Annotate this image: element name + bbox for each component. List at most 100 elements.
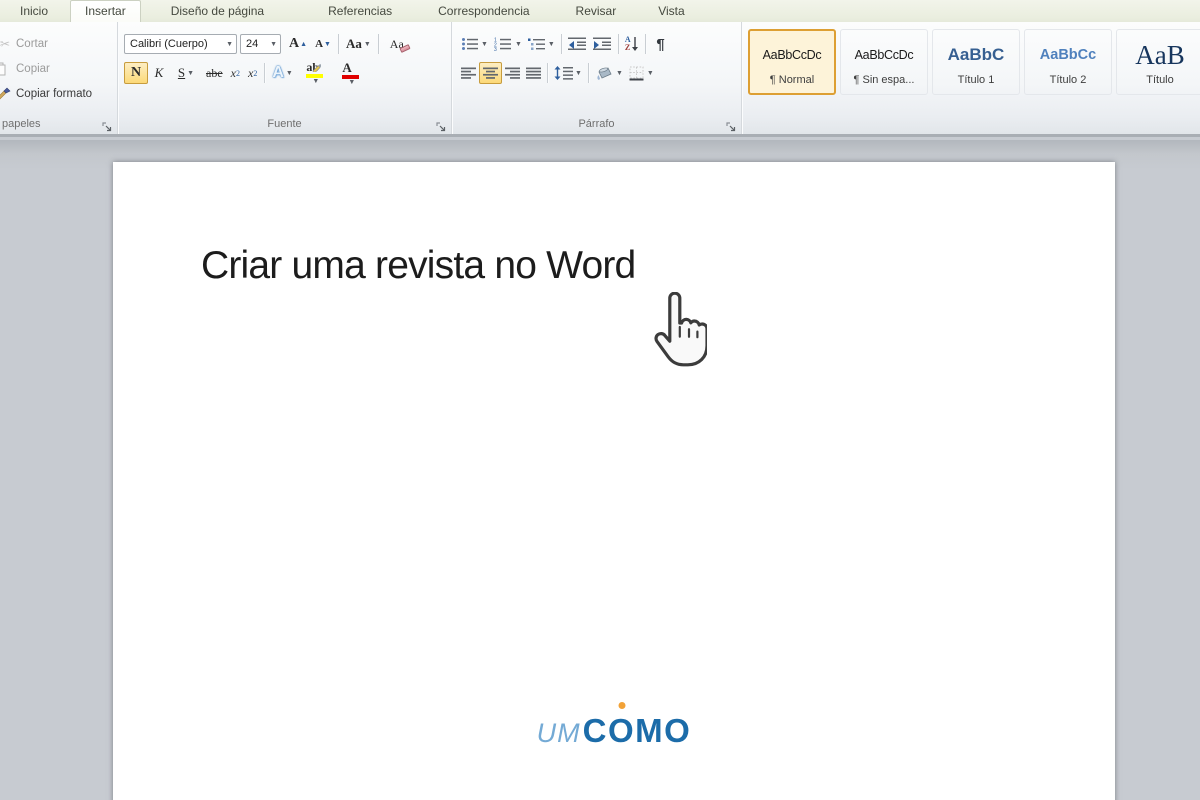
increase-indent-button[interactable] [590,33,615,55]
scissors-icon: ✂ [0,36,13,52]
chevron-down-icon: ▼ [647,70,654,77]
format-painter-brush-icon [0,86,13,102]
strikethrough-button[interactable]: abe [202,62,227,84]
justify-button[interactable] [523,62,544,84]
decrease-indent-icon [568,37,587,51]
chevron-down-icon: ▼ [515,41,522,48]
format-painter-button[interactable]: Copiar formato [0,83,117,105]
chevron-down-icon: ▼ [348,79,355,86]
chevron-down-icon: ▼ [286,70,293,77]
font-group-label: Fuente [118,118,451,130]
hand-cursor-icon [643,292,707,370]
font-color-button[interactable]: A ▼ [333,62,369,84]
chevron-down-icon: ▼ [616,70,623,77]
tab-diseno-de-pagina[interactable]: Diseño de página [157,0,278,22]
underline-button[interactable]: S▼ [170,62,202,84]
numbering-button[interactable]: 1 2 3 ▼ [491,33,525,55]
shrink-font-button[interactable]: A▼ [311,33,335,55]
font-family-combobox[interactable]: Calibri (Cuerpo)▼ [124,34,237,54]
increase-indent-icon [593,37,612,51]
chevron-down-icon: ▼ [270,41,277,48]
borders-button[interactable]: ▼ [626,62,657,84]
paragraph-group-label: Párrafo [452,118,741,130]
multilevel-list-icon [528,37,546,51]
align-left-button[interactable] [458,62,479,84]
umcomo-logo: UMCOMO [113,712,1115,750]
triangle-down-icon: ▼ [324,40,331,48]
chevron-down-icon: ▼ [226,41,233,48]
logo-orange-dot-icon: O [608,712,635,750]
chevron-down-icon: ▼ [548,41,555,48]
clipboard-group-footer: papeles [0,116,117,132]
document-page[interactable]: Criar uma revista no Word UMCOMO [113,162,1115,800]
align-right-icon [505,67,520,80]
superscript-button[interactable]: x2 [244,62,261,84]
subscript-button[interactable]: x2 [227,62,244,84]
styles-gallery: AaBbCcDc ¶ Normal AaBbCcDc ¶ Sin espa...… [742,22,1200,95]
style-chip-sin-espaciado[interactable]: AaBbCcDc ¶ Sin espa... [840,29,928,95]
align-left-icon [461,67,476,80]
chevron-down-icon: ▼ [575,70,582,77]
style-chip-titulo[interactable]: AaB Título [1116,29,1200,95]
tab-insertar[interactable]: Insertar [70,0,141,22]
font-group-footer: Fuente [118,116,451,132]
ribbon-tab-bar: Inicio Insertar Diseño de página Referen… [0,0,1200,22]
svg-text:3: 3 [494,47,497,51]
ribbon-inicio: ✂ Cortar Copiar Copiar formato papeles [0,22,1200,137]
chevron-down-icon: ▼ [481,41,488,48]
cut-button[interactable]: ✂ Cortar [0,33,117,55]
chevron-down-icon: ▼ [312,78,319,85]
decrease-indent-button[interactable] [565,33,590,55]
line-spacing-button[interactable]: ▼ [551,62,585,84]
line-spacing-icon [554,66,573,80]
multilevel-list-button[interactable]: ▼ [525,33,558,55]
tab-vista[interactable]: Vista [644,0,698,22]
text-effects-button[interactable]: A▼ [268,62,297,84]
paragraph-group-footer: Párrafo [452,116,741,132]
tab-correspondencia[interactable]: Correspondencia [424,0,543,22]
tab-referencias[interactable]: Referencias [314,0,406,22]
styles-group: AaBbCcDc ¶ Normal AaBbCcDc ¶ Sin espa...… [742,22,1200,134]
align-center-icon [483,67,498,80]
text-highlight-color-button[interactable]: ab ▼ [297,62,333,84]
copy-button[interactable]: Copiar [0,58,117,80]
sort-button[interactable]: AZ [622,33,642,55]
align-right-button[interactable] [502,62,523,84]
bold-button[interactable]: N [124,62,148,84]
bullets-button[interactable]: ▼ [458,33,491,55]
triangle-up-icon: ▲ [300,40,307,48]
font-dialog-launcher-icon[interactable] [435,120,447,132]
justify-icon [526,67,541,80]
change-case-button[interactable]: Aa▼ [342,33,375,55]
document-heading: Criar uma revista no Word [201,244,635,288]
style-chip-titulo-2[interactable]: AaBbCc Título 2 [1024,29,1112,95]
grow-font-button[interactable]: A▲ [285,33,311,55]
clipboard-group: ✂ Cortar Copiar Copiar formato papeles [0,22,117,134]
arrow-down-icon [631,36,639,52]
copy-icon [0,61,13,77]
highlight-color-bar [306,74,323,78]
style-chip-normal[interactable]: AaBbCcDc ¶ Normal [748,29,836,95]
bullets-icon [461,37,479,51]
shading-button[interactable]: ▼ [592,62,626,84]
chevron-down-icon: ▼ [364,41,371,48]
font-size-combobox[interactable]: 24▼ [240,34,281,54]
align-center-button[interactable] [479,62,502,84]
style-chip-titulo-1[interactable]: AaBbC Título 1 [932,29,1020,95]
highlighter-pen-icon [312,63,321,72]
font-group: Calibri (Cuerpo)▼ 24▼ A▲ A▼ Aa▼ Aa [118,22,451,134]
clipboard-group-label: papeles [0,118,117,130]
chevron-down-icon: ▼ [187,70,194,77]
logo-como-text: COMO [583,712,692,749]
show-paragraph-marks-button[interactable]: ¶ [649,33,673,55]
italic-button[interactable]: K [148,62,170,84]
tab-inicio[interactable]: Inicio [6,0,62,22]
paragraph-group: ▼ 1 2 3 ▼ ▼ [452,22,741,134]
word-window: Inicio Insertar Diseño de página Referen… [0,0,1200,800]
numbering-icon: 1 2 3 [494,37,513,51]
paragraph-dialog-launcher-icon[interactable] [725,120,737,132]
bottom-border-icon [629,66,645,81]
clear-formatting-button[interactable]: Aa [382,33,412,55]
tab-revisar[interactable]: Revisar [562,0,631,22]
clipboard-dialog-launcher-icon[interactable] [101,120,113,132]
